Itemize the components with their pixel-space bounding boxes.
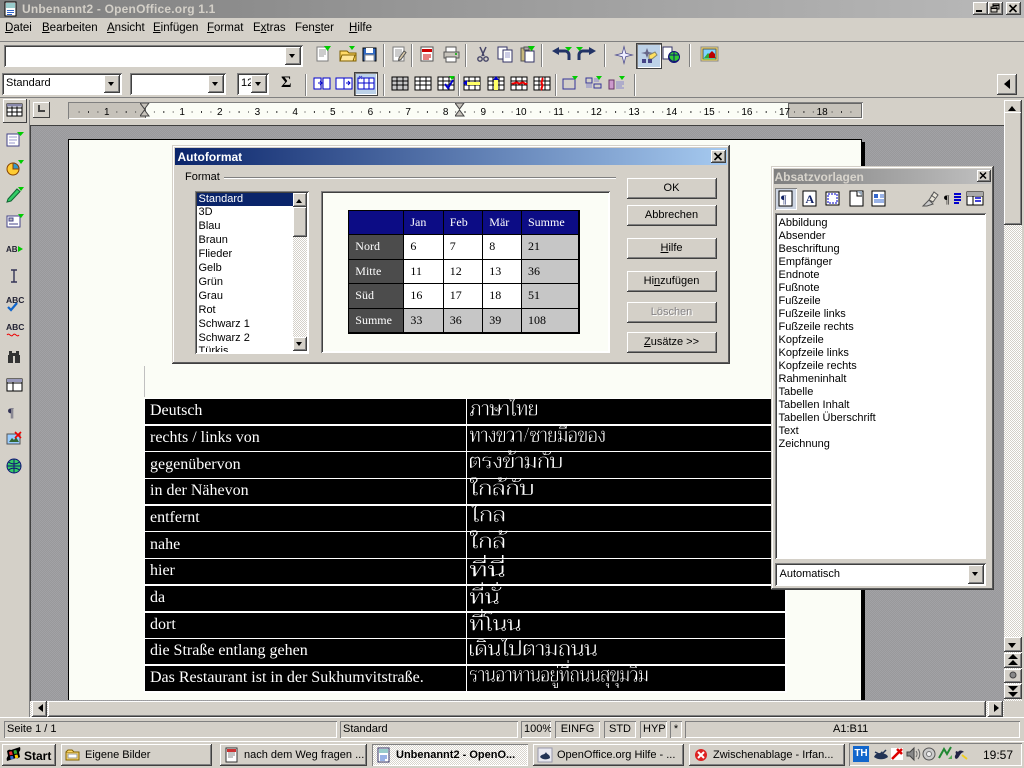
svg-text:14: 14 — [666, 107, 678, 118]
svg-text:18: 18 — [817, 107, 829, 118]
svg-text:1: 1 — [179, 107, 185, 118]
svg-text:ABC: ABC — [6, 322, 24, 332]
svg-text:12: 12 — [591, 107, 603, 118]
svg-text:4: 4 — [292, 107, 298, 118]
svg-text:7: 7 — [405, 107, 411, 118]
svg-text:8: 8 — [443, 107, 449, 118]
svg-text:15: 15 — [704, 107, 716, 118]
svg-text:¶: ¶ — [781, 192, 787, 206]
svg-text:11: 11 — [553, 107, 564, 118]
svg-text:2: 2 — [217, 107, 223, 118]
svg-text:16: 16 — [741, 107, 753, 118]
svg-text:¶: ¶ — [8, 405, 14, 420]
svg-text:10: 10 — [515, 107, 527, 118]
svg-text:¶: ¶ — [944, 192, 950, 206]
svg-text:A: A — [806, 192, 815, 206]
svg-text:17: 17 — [779, 107, 791, 118]
svg-text:13: 13 — [628, 107, 640, 118]
svg-text:5: 5 — [330, 107, 336, 118]
svg-text:3: 3 — [255, 107, 261, 118]
svg-text:AB: AB — [6, 245, 18, 254]
svg-text:1: 1 — [104, 107, 110, 118]
svg-text:6: 6 — [368, 107, 374, 118]
svg-text:9: 9 — [481, 107, 487, 118]
